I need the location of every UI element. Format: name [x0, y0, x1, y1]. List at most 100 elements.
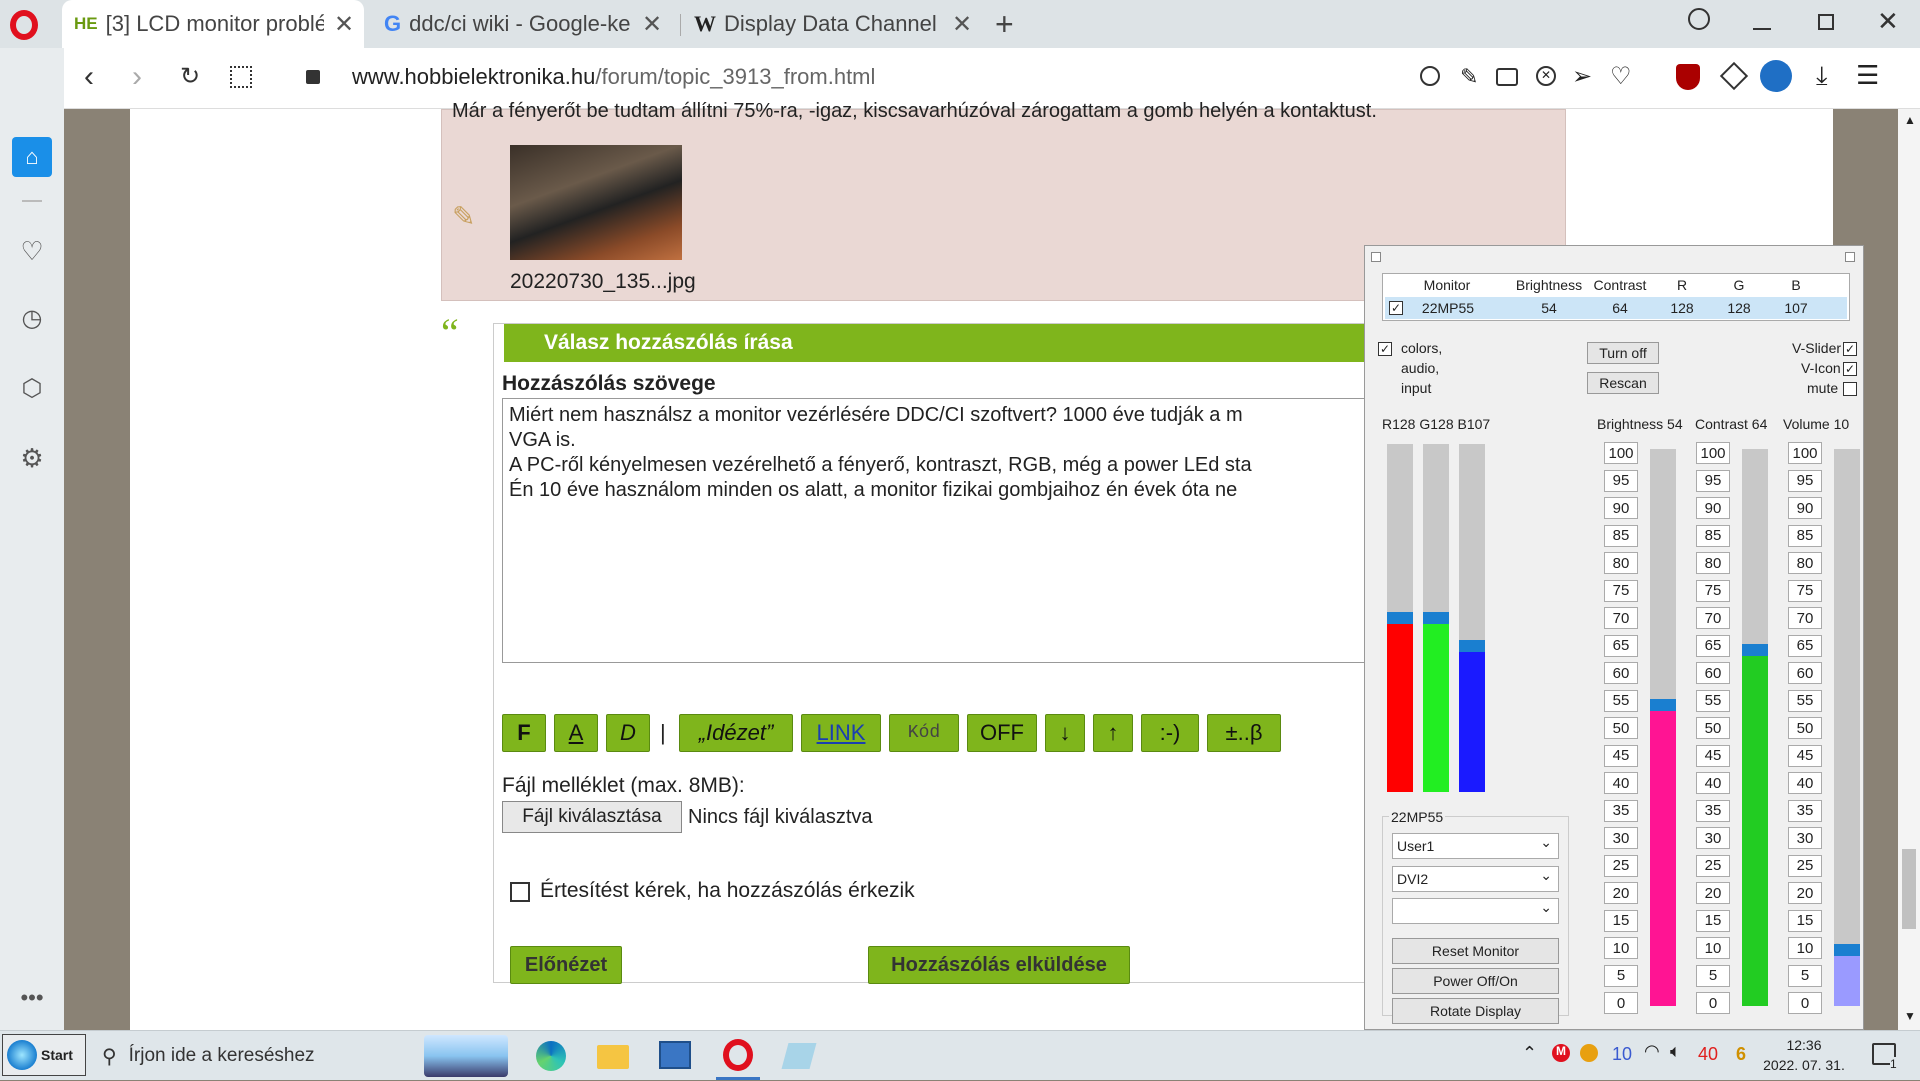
url-field[interactable]: www.hobbielektronika.hu/forum/topic_3913…	[352, 64, 875, 90]
ublock-extension-icon[interactable]	[1676, 64, 1700, 90]
scale-tick[interactable]: 80	[1788, 552, 1822, 574]
network-icon[interactable]: ◠	[1644, 1041, 1660, 1062]
turn-off-button[interactable]: Turn off	[1587, 342, 1659, 364]
opera-taskbar-icon[interactable]	[723, 1039, 753, 1071]
slider-thumb[interactable]	[1834, 944, 1860, 956]
scale-tick[interactable]: 70	[1788, 607, 1822, 629]
profile-avatar[interactable]	[1760, 60, 1792, 92]
col-brightness[interactable]: Brightness	[1511, 277, 1587, 293]
tab-lcd-monitor[interactable]: HE [3] LCD monitor problé ✕	[62, 0, 364, 48]
close-tab-icon[interactable]: ✕	[324, 10, 364, 39]
gmail-tray-icon[interactable]: M	[1552, 1044, 1570, 1062]
new-tab-icon[interactable]: +	[995, 6, 1014, 43]
tab-google[interactable]: G ddc/ci wiki - Google-ke ✕	[372, 0, 672, 48]
code-button[interactable]: Kód	[889, 714, 959, 752]
scale-tick[interactable]: 70	[1696, 607, 1730, 629]
rotate-display-button[interactable]: Rotate Display	[1392, 998, 1559, 1024]
blue-slider[interactable]	[1459, 444, 1485, 792]
file-choose-button[interactable]: Fájl kiválasztása	[502, 801, 682, 833]
scale-tick[interactable]: 80	[1696, 552, 1730, 574]
minimize-icon[interactable]	[1753, 28, 1771, 30]
scale-tick[interactable]: 60	[1788, 662, 1822, 684]
settings-icon[interactable]: ⚙	[12, 438, 52, 478]
back-icon[interactable]: ‹	[84, 60, 94, 94]
control-panel-icon[interactable]	[659, 1041, 691, 1069]
scale-tick[interactable]: 100	[1604, 442, 1638, 464]
scale-tick[interactable]: 40	[1696, 772, 1730, 794]
page-scrollbar[interactable]: ▲ ▼	[1898, 109, 1920, 1030]
snapshot-icon[interactable]	[1496, 68, 1518, 86]
send-icon[interactable]: ➢	[1572, 62, 1592, 91]
scale-tick[interactable]: 50	[1788, 717, 1822, 739]
scale-tick[interactable]: 35	[1604, 799, 1638, 822]
v-slider-checkbox[interactable]: ✓	[1843, 342, 1857, 356]
history-icon[interactable]: ◷	[12, 298, 52, 338]
col-b[interactable]: B	[1767, 277, 1825, 293]
scale-tick[interactable]: 70	[1604, 607, 1638, 629]
brightness-slider[interactable]	[1650, 449, 1676, 1006]
notify-checkbox[interactable]	[510, 882, 530, 902]
tray-number-3[interactable]: 6	[1736, 1044, 1746, 1065]
scale-tick[interactable]: 100	[1788, 442, 1822, 464]
edge-icon[interactable]	[536, 1041, 566, 1071]
col-contrast[interactable]: Contrast	[1587, 277, 1653, 293]
scale-tick[interactable]: 30	[1788, 827, 1822, 849]
slider-thumb[interactable]	[1459, 640, 1485, 652]
scale-tick[interactable]: 45	[1696, 744, 1730, 767]
colors-checkbox[interactable]: ✓	[1378, 342, 1392, 356]
search-tabs-icon[interactable]	[1688, 8, 1710, 30]
special-chars-button[interactable]: ±..β	[1207, 714, 1281, 752]
scale-tick[interactable]: 0	[1604, 992, 1638, 1014]
lock-icon[interactable]	[306, 70, 320, 84]
favorites-icon[interactable]: ♡	[12, 231, 52, 271]
edit-icon[interactable]: ✎	[1460, 64, 1478, 90]
scale-tick[interactable]: 35	[1788, 799, 1822, 822]
slider-thumb[interactable]	[1423, 612, 1449, 624]
start-button[interactable]: Start	[2, 1034, 86, 1076]
scale-tick[interactable]: 60	[1696, 662, 1730, 684]
scale-tick[interactable]: 0	[1788, 992, 1822, 1014]
rescan-button[interactable]: Rescan	[1587, 372, 1659, 394]
slider-thumb[interactable]	[1387, 612, 1413, 624]
more-icon[interactable]: •••	[12, 978, 52, 1018]
v-icon-checkbox[interactable]: ✓	[1843, 362, 1857, 376]
scale-tick[interactable]: 5	[1604, 964, 1638, 987]
volume-icon[interactable]: 🔈︎	[1670, 1041, 1681, 1062]
scale-tick[interactable]: 75	[1696, 579, 1730, 602]
scale-tick[interactable]: 75	[1788, 579, 1822, 602]
show-hidden-icons-icon[interactable]: ⌃	[1522, 1043, 1537, 1064]
tabs-grid-icon[interactable]	[230, 66, 252, 88]
scale-tick[interactable]: 85	[1604, 524, 1638, 547]
scale-tick[interactable]: 10	[1604, 937, 1638, 959]
smiley-button[interactable]: :-)	[1141, 714, 1199, 752]
scale-tick[interactable]: 90	[1604, 497, 1638, 519]
scale-tick[interactable]: 95	[1788, 469, 1822, 492]
scale-tick[interactable]: 25	[1604, 854, 1638, 877]
scale-tick[interactable]: 5	[1696, 964, 1730, 987]
download-icon[interactable]: ⤓	[1816, 60, 1828, 92]
underline-button[interactable]: A	[554, 714, 598, 752]
scale-tick[interactable]: 95	[1604, 469, 1638, 492]
scale-tick[interactable]: 85	[1696, 524, 1730, 547]
opera-logo-icon[interactable]	[10, 10, 38, 40]
cube-icon[interactable]	[1719, 61, 1749, 91]
scale-tick[interactable]: 20	[1696, 882, 1730, 904]
up-button[interactable]: ↑	[1093, 714, 1133, 752]
bold-button[interactable]: F	[502, 714, 546, 752]
media-tray-icon[interactable]	[1580, 1044, 1598, 1062]
file-explorer-icon[interactable]	[597, 1045, 629, 1069]
close-window-icon[interactable]: ✕	[1877, 6, 1899, 37]
home-icon[interactable]: ⌂	[12, 137, 52, 177]
scale-tick[interactable]: 50	[1696, 717, 1730, 739]
col-r[interactable]: R	[1653, 277, 1711, 293]
scale-tick[interactable]: 45	[1604, 744, 1638, 767]
scroll-up-icon[interactable]: ▲	[1904, 113, 1916, 127]
scale-tick[interactable]: 15	[1788, 909, 1822, 932]
scale-tick[interactable]: 80	[1604, 552, 1638, 574]
scale-tick[interactable]: 20	[1788, 882, 1822, 904]
scale-tick[interactable]: 10	[1696, 937, 1730, 959]
close-tab-icon[interactable]: ✕	[632, 10, 672, 39]
scale-tick[interactable]: 30	[1604, 827, 1638, 849]
app-icon[interactable]	[781, 1043, 817, 1069]
scale-tick[interactable]: 55	[1696, 689, 1730, 712]
